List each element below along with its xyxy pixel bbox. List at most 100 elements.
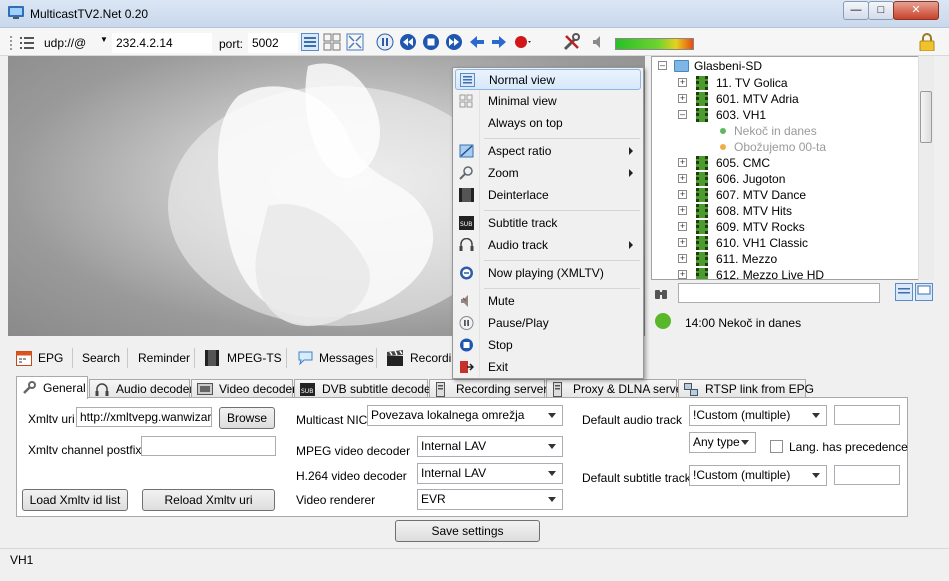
tab-rtsp-link[interactable]: RTSP link from EPG (678, 379, 814, 398)
audio-track-extra-input[interactable] (834, 405, 900, 425)
minimal-view-icon[interactable] (323, 33, 341, 51)
tree-channel-item[interactable]: +605. CMC (652, 155, 918, 171)
expand-icon[interactable]: + (678, 78, 687, 87)
xmltv-uri-input[interactable]: http://xmltvepg.wanwizard. (76, 407, 212, 427)
menu-item-now-playing-xmltv[interactable]: Now playing (XMLTV) (455, 263, 641, 284)
tree-channel-item[interactable]: +608. MTV Hits (652, 203, 918, 219)
tab-audio-label: Audio decoder (116, 382, 194, 396)
tree-channel-item[interactable]: +610. VH1 Classic (652, 235, 918, 251)
tab-general[interactable]: General (16, 376, 88, 399)
tree-channel-item[interactable]: +606. Jugoton (652, 171, 918, 187)
close-button[interactable]: ✕ (893, 1, 939, 20)
tab-mpeg-ts[interactable]: MPEG-TS (227, 349, 282, 367)
tree-scrollbar[interactable] (918, 56, 934, 280)
browse-button[interactable]: Browse (219, 407, 275, 429)
toolbar-grip[interactable] (10, 36, 13, 50)
channel-tree[interactable]: – Glasbeni-SD +11. TV Golica +601. MTV Ad… (651, 56, 934, 280)
collapse-icon[interactable]: – (658, 61, 667, 70)
tree-channel-item[interactable]: – 603. VH1 (652, 107, 918, 123)
h264-decoder-select[interactable]: Internal LAV (417, 463, 563, 484)
tab-dvb-subtitle[interactable]: SUB DVB subtitle decoder (294, 379, 435, 398)
collapse-icon[interactable]: – (678, 110, 687, 119)
tab-video-decoder[interactable]: Video decoder (191, 379, 296, 398)
maximize-button[interactable]: □ (868, 1, 894, 20)
menu-item-mute[interactable]: Mute (455, 291, 641, 312)
menu-item-subtitle-track[interactable]: SUB Subtitle track (455, 213, 641, 234)
save-settings-button[interactable]: Save settings (395, 520, 540, 542)
tree-channel-item[interactable]: +612. Mezzo Live HD (652, 267, 918, 279)
menu-item-minimal-view[interactable]: Minimal view (455, 91, 641, 112)
tree-channel-item[interactable]: +611. Mezzo (652, 251, 918, 267)
lock-icon[interactable] (919, 33, 935, 51)
fullscreen-icon[interactable] (346, 33, 364, 51)
pause-icon[interactable] (376, 33, 394, 51)
xmltv-postfix-input[interactable] (141, 436, 276, 456)
menu-item-exit[interactable]: Exit (455, 357, 641, 378)
tree-scroll-thumb[interactable] (920, 91, 932, 143)
tab-recordings[interactable]: Recordin (410, 349, 458, 367)
default-subtitle-track-select[interactable]: !Custom (multiple) (689, 465, 827, 486)
reload-xmltv-uri-button[interactable]: Reload Xmltv uri (142, 489, 275, 511)
tools-icon[interactable] (563, 33, 581, 51)
tab-epg[interactable]: EPG (38, 349, 63, 367)
port-input[interactable]: 5002 (248, 33, 298, 53)
tab-audio-decoder[interactable]: Audio decoder (89, 379, 194, 398)
any-type-select[interactable]: Any type (689, 432, 756, 453)
menu-item-zoom[interactable]: Zoom (455, 163, 641, 184)
previous-channel-icon[interactable] (468, 33, 486, 51)
menu-item-always-on-top[interactable]: Always on top (455, 113, 641, 134)
multicast-address-input[interactable]: 232.4.2.14 (112, 33, 212, 53)
tree-channel-item[interactable]: +609. MTV Rocks (652, 219, 918, 235)
default-subtitle-track-value: !Custom (multiple) (693, 468, 791, 482)
normal-view-icon[interactable] (301, 33, 319, 51)
menu-item-normal-view[interactable]: Normal view (455, 69, 641, 90)
multicast-nic-select[interactable]: Povezava lokalnega omrežja (367, 405, 563, 426)
binoculars-icon (655, 290, 667, 299)
tree-channel-item[interactable]: +607. MTV Dance (652, 187, 918, 203)
menu-item-aspect-ratio[interactable]: Aspect ratio (455, 141, 641, 162)
expand-icon[interactable]: + (678, 174, 687, 183)
channel-filter-input[interactable] (678, 283, 880, 303)
tree-program-item[interactable]: Obožujemo 00-ta (652, 139, 918, 155)
menu-item-audio-track[interactable]: Audio track (455, 235, 641, 256)
mpeg-decoder-select[interactable]: Internal LAV (417, 436, 563, 457)
expand-icon[interactable]: + (678, 238, 687, 247)
next-channel-icon[interactable] (490, 33, 508, 51)
lang-precedence-checkbox[interactable] (770, 440, 783, 453)
expand-icon[interactable]: + (678, 270, 687, 279)
tab-search[interactable]: Search (82, 349, 120, 367)
tab-reminder[interactable]: Reminder (138, 349, 190, 367)
menu-item-stop[interactable]: Stop (455, 335, 641, 356)
menu-item-label: Zoom (488, 166, 519, 180)
tree-root[interactable]: – Glasbeni-SD (652, 58, 918, 74)
channel-list-icon[interactable] (20, 36, 34, 50)
load-xmltv-id-list-button[interactable]: Load Xmltv id list (22, 489, 128, 511)
subtitle-track-extra-input[interactable] (834, 465, 900, 485)
default-audio-track-select[interactable]: !Custom (multiple) (689, 405, 827, 426)
fast-forward-icon[interactable] (445, 33, 463, 51)
tab-proxy-dlna[interactable]: Proxy & DLNA server (546, 379, 686, 398)
tree-program-item[interactable]: Nekoč in danes (652, 123, 918, 139)
rewind-icon[interactable] (399, 33, 417, 51)
chevron-down-icon[interactable]: ▼ (100, 35, 108, 44)
tab-recording-server[interactable]: Recording server (429, 379, 547, 398)
volume-icon[interactable] (590, 33, 608, 51)
tree-channel-item[interactable]: +11. TV Golica (652, 75, 918, 91)
expand-icon[interactable]: + (678, 254, 687, 263)
menu-item-deinterlace[interactable]: Deinterlace (455, 185, 641, 206)
expand-icon[interactable]: + (678, 158, 687, 167)
expand-icon[interactable]: + (678, 222, 687, 231)
expand-icon[interactable]: + (678, 94, 687, 103)
stop-icon[interactable] (422, 33, 440, 51)
volume-level-meter[interactable] (615, 38, 694, 50)
tab-messages[interactable]: Messages (319, 349, 374, 367)
record-icon[interactable] (513, 33, 531, 51)
list-view-icon[interactable] (895, 283, 913, 301)
video-renderer-select[interactable]: EVR (417, 489, 563, 510)
expand-icon[interactable]: + (678, 190, 687, 199)
tree-channel-item[interactable]: +601. MTV Adria (652, 91, 918, 107)
detail-view-icon[interactable] (915, 283, 933, 301)
menu-item-pause-play[interactable]: Pause/Play (455, 313, 641, 334)
minimize-button[interactable]: — (843, 1, 869, 20)
expand-icon[interactable]: + (678, 206, 687, 215)
